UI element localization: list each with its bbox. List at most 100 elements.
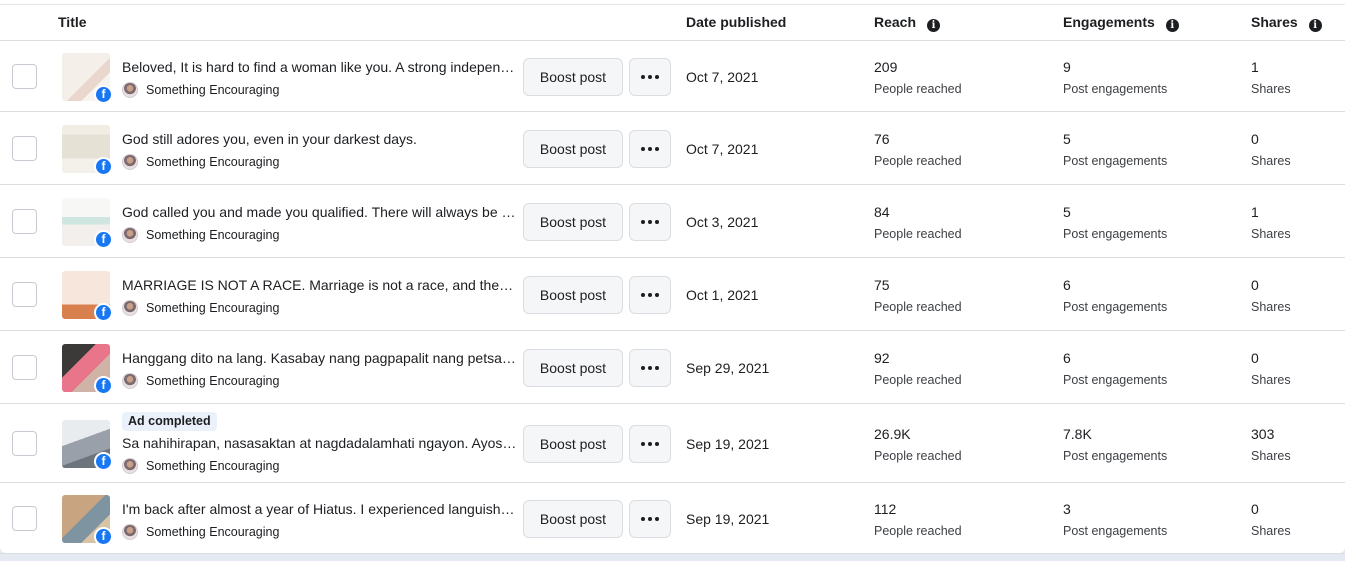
column-header-engagements[interactable]: Engagements i (1063, 5, 1179, 41)
table-row[interactable]: f God called you and made you qualified. … (0, 185, 1345, 258)
column-header-shares[interactable]: Shares i (1251, 5, 1322, 41)
more-options-button[interactable] (629, 499, 671, 538)
engagements-label: Post engagements (1063, 523, 1168, 538)
shares-label: Shares (1251, 226, 1291, 241)
more-options-button[interactable] (629, 348, 671, 387)
date-published: Sep 29, 2021 (686, 359, 770, 376)
row-checkbox[interactable] (12, 354, 37, 380)
post-title[interactable]: I'm back after almost a year of Hiatus. … (122, 501, 517, 517)
column-header-reach[interactable]: Reach i (874, 5, 941, 41)
boost-post-button[interactable]: Boost post (523, 129, 623, 168)
page-name: Something Encouraging (146, 154, 280, 169)
row-checkbox[interactable] (12, 281, 37, 307)
column-header-title[interactable]: Title (58, 5, 87, 41)
post-page-line: Something Encouraging (122, 457, 279, 475)
date-published: Oct 7, 2021 (686, 140, 759, 157)
reach-label: People reached (874, 372, 962, 387)
post-title[interactable]: Sa nahihirapan, nasasaktan at nagdadalam… (122, 435, 517, 451)
more-options-button[interactable] (629, 275, 671, 314)
engagements-value: 6 (1063, 349, 1071, 366)
more-options-button[interactable] (629, 202, 671, 241)
table-row[interactable]: f Beloved, It is hard to find a woman lik… (0, 41, 1345, 112)
reach-label: People reached (874, 226, 962, 241)
reach-value: 209 (874, 58, 898, 75)
more-options-button[interactable] (629, 129, 671, 168)
date-published: Sep 19, 2021 (686, 510, 770, 527)
boost-post-button[interactable]: Boost post (523, 275, 623, 314)
row-checkbox[interactable] (12, 505, 37, 531)
more-dot-icon (641, 441, 645, 446)
row-checkbox[interactable] (12, 430, 37, 456)
more-dot-icon (641, 516, 645, 521)
page-name: Something Encouraging (146, 459, 280, 473)
more-dot-icon (641, 74, 645, 79)
reach-label: People reached (874, 299, 962, 314)
column-header-reach-label: Reach (874, 14, 917, 30)
engagements-value: 5 (1063, 130, 1071, 147)
post-title[interactable]: MARRIAGE IS NOT A RACE. Marriage is not … (122, 277, 517, 293)
shares-value: 0 (1251, 349, 1259, 366)
shares-label: Shares (1251, 523, 1291, 538)
row-checkbox[interactable] (12, 208, 37, 234)
more-dot-icon (648, 441, 652, 446)
column-header-engagements-label: Engagements (1063, 14, 1155, 30)
facebook-icon: f (94, 84, 113, 104)
boost-post-button[interactable]: Boost post (523, 499, 623, 538)
post-title[interactable]: God still adores you, even in your darke… (122, 131, 517, 147)
table-row[interactable]: f Ad completed Sa nahihirapan, nasasaktan … (0, 404, 1345, 483)
shares-value: 0 (1251, 130, 1259, 147)
post-title[interactable]: God called you and made you qualified. T… (122, 204, 517, 220)
page-avatar (122, 458, 138, 474)
engagements-label: Post engagements (1063, 153, 1168, 168)
shares-info-icon[interactable]: i (1308, 19, 1322, 32)
post-title[interactable]: Beloved, It is hard to find a woman like… (122, 59, 517, 75)
more-dot-icon (655, 365, 659, 370)
more-dot-icon (655, 292, 659, 297)
more-dot-icon (641, 219, 645, 224)
shares-value: 0 (1251, 276, 1259, 293)
column-header-shares-label: Shares (1251, 14, 1298, 30)
engagements-value: 3 (1063, 500, 1071, 517)
more-dot-icon (641, 146, 645, 151)
date-published: Sep 19, 2021 (686, 435, 770, 452)
boost-post-button[interactable]: Boost post (523, 424, 623, 463)
more-dot-icon (648, 292, 652, 297)
row-checkbox[interactable] (12, 63, 37, 89)
shares-value: 1 (1251, 203, 1259, 220)
more-dot-icon (648, 74, 652, 79)
column-header-date-published[interactable]: Date published (686, 5, 786, 41)
table-row[interactable]: f God still adores you, even in your dark… (0, 112, 1345, 185)
engagements-info-icon[interactable]: i (1165, 19, 1179, 32)
boost-post-button[interactable]: Boost post (523, 202, 623, 241)
post-page-line: Something Encouraging (122, 81, 279, 99)
more-dot-icon (655, 441, 659, 446)
page-avatar (122, 523, 138, 540)
table-row[interactable]: f I'm back after almost a year of Hiatus.… (0, 483, 1345, 554)
table-header: Title Date published Reach i Engagements i… (0, 4, 1345, 41)
more-options-button[interactable] (629, 424, 671, 463)
table-row[interactable]: f MARRIAGE IS NOT A RACE. Marriage is not… (0, 258, 1345, 331)
table-row[interactable]: f Hanggang dito na lang. Kasabay nang pag… (0, 331, 1345, 404)
page-name: Something Encouraging (146, 227, 280, 242)
engagements-label: Post engagements (1063, 372, 1168, 387)
facebook-icon: f (94, 375, 113, 395)
ad-completed-badge: Ad completed (122, 412, 217, 431)
more-dot-icon (648, 365, 652, 370)
reach-value: 26.9K (874, 425, 911, 442)
page-name: Something Encouraging (146, 373, 280, 388)
boost-post-button[interactable]: Boost post (523, 57, 623, 96)
shares-value: 0 (1251, 500, 1259, 517)
reach-value: 112 (874, 500, 897, 517)
more-options-button[interactable] (629, 57, 671, 96)
shares-value: 303 (1251, 425, 1275, 442)
boost-post-button[interactable]: Boost post (523, 348, 623, 387)
reach-value: 76 (874, 130, 890, 147)
post-page-line: Something Encouraging (122, 299, 279, 317)
engagements-label: Post engagements (1063, 299, 1168, 314)
more-dot-icon (641, 292, 645, 297)
shares-value: 1 (1251, 58, 1259, 75)
post-title[interactable]: Hanggang dito na lang. Kasabay nang pagp… (122, 350, 517, 366)
reach-info-icon[interactable]: i (927, 19, 941, 32)
engagements-label: Post engagements (1063, 81, 1168, 96)
row-checkbox[interactable] (12, 135, 37, 161)
